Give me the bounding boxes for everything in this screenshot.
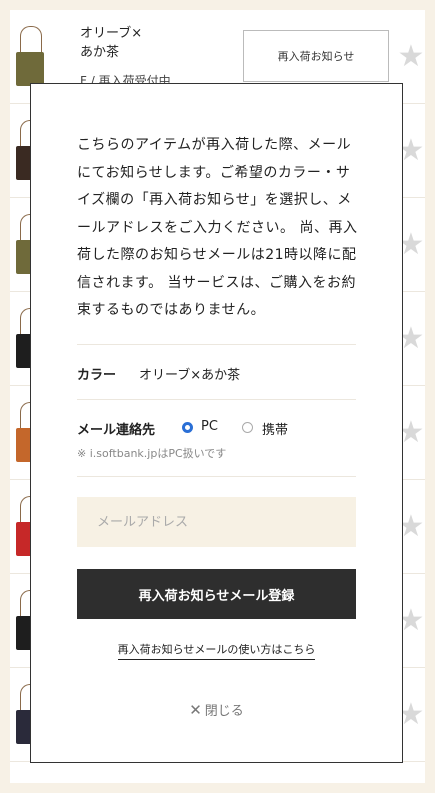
radio-mobile-label[interactable]: 携帯 — [262, 419, 288, 438]
close-icon: ✕ — [189, 701, 202, 719]
divider — [77, 399, 356, 400]
mail-contact-label: メール連絡先 — [77, 423, 156, 438]
howto-link[interactable]: 再入荷お知らせメールの使い方はこちら — [117, 643, 316, 660]
restock-notify-button[interactable]: 再入荷お知らせ — [243, 30, 389, 82]
email-input[interactable] — [77, 497, 356, 547]
howto-link-wrap: 再入荷お知らせメールの使い方はこちら — [77, 641, 356, 660]
modal-intro-text: こちらのアイテムが再入荷した際、メールにてお知らせします。ご希望のカラー・サイズ… — [77, 137, 358, 318]
close-button[interactable]: ✕ 閉じる — [77, 700, 356, 719]
restock-notification-modal: こちらのアイテムが再入荷した際、メールにてお知らせします。ご希望のカラー・サイズ… — [30, 83, 403, 763]
bag-body-icon — [16, 52, 44, 86]
register-button[interactable]: 再入荷お知らせメール登録 — [77, 569, 356, 619]
color-label: カラー — [77, 368, 117, 383]
radio-pc-label[interactable]: PC — [201, 419, 218, 434]
favorite-star-icon[interactable]: ★ — [397, 42, 425, 72]
product-color-name: オリーブ× あか茶 — [80, 26, 143, 60]
carrier-note: ※ i.softbank.jpはPC扱いです — [77, 447, 227, 460]
divider — [77, 344, 356, 345]
bag-thumbnail — [16, 26, 44, 88]
radio-mobile[interactable] — [242, 422, 253, 433]
close-label: 閉じる — [204, 704, 244, 719]
divider — [77, 476, 356, 477]
color-value: オリーブ×あか茶 — [139, 368, 241, 383]
radio-pc[interactable] — [182, 422, 193, 433]
